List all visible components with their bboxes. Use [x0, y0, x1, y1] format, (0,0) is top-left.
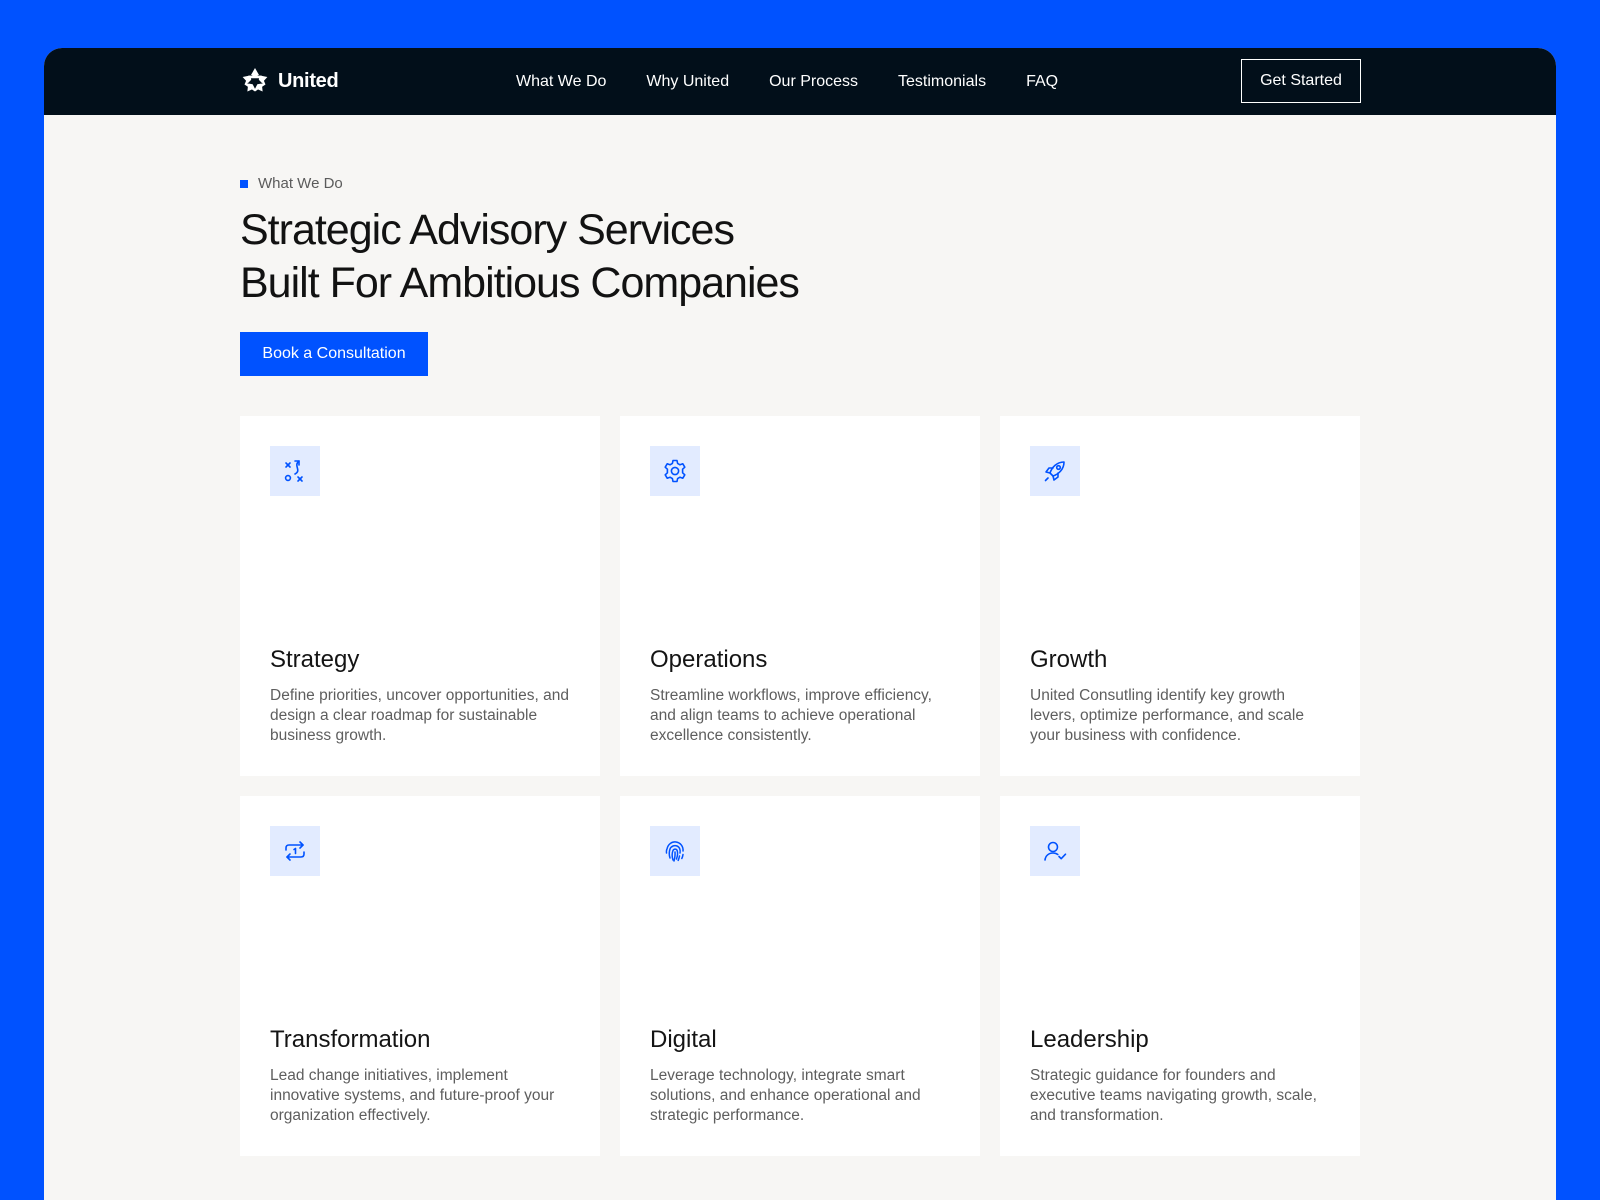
main-nav: What We Do Why United Our Process Testim… — [516, 48, 1058, 115]
strategy-play-icon — [270, 446, 320, 496]
service-description: Leverage technology, integrate smart sol… — [650, 1067, 921, 1124]
service-description: Lead change initiatives, implement innov… — [270, 1067, 555, 1124]
eyebrow-label: What We Do — [258, 175, 343, 192]
service-description: Streamline workflows, improve efficiency… — [650, 687, 932, 744]
navbar: United What We Do Why United Our Process… — [44, 48, 1556, 115]
fingerprint-icon — [650, 826, 700, 876]
service-card-leadership[interactable]: Leadership Strategic guidance for founde… — [1000, 796, 1360, 1156]
title-line-2: Built For Ambitious Companies — [240, 259, 800, 307]
united-logo-icon — [240, 66, 270, 96]
nav-what-we-do[interactable]: What We Do — [516, 73, 606, 91]
eyebrow-square-icon — [240, 179, 248, 188]
what-we-do-section: What We Do Strategic Advisory Services B… — [240, 115, 1360, 1156]
title-line-1: Strategic Advisory Services — [240, 206, 735, 254]
section-eyebrow: What We Do — [240, 175, 1360, 192]
service-title: Transformation — [270, 1026, 431, 1053]
service-title: Operations — [650, 646, 768, 673]
nav-testimonials[interactable]: Testimonials — [898, 73, 986, 91]
service-card-operations[interactable]: Operations Streamline workflows, improve… — [620, 416, 980, 776]
service-card-growth[interactable]: Growth United Consutling identify key gr… — [1000, 416, 1360, 776]
nav-why-united[interactable]: Why United — [646, 73, 729, 91]
service-card-strategy[interactable]: Strategy Define priorities, uncover oppo… — [240, 416, 600, 776]
service-description: United Consutling identify key growth le… — [1030, 687, 1304, 744]
user-check-icon — [1030, 826, 1080, 876]
gear-icon — [650, 446, 700, 496]
repeat-one-icon — [270, 826, 320, 876]
brand-name: United — [278, 69, 339, 92]
service-description: Define priorities, uncover opportunities… — [270, 687, 569, 744]
page-title: Strategic Advisory Services Built For Am… — [240, 204, 1360, 310]
service-card-transformation[interactable]: Transformation Lead change initiatives, … — [240, 796, 600, 1156]
page-frame: United What We Do Why United Our Process… — [44, 48, 1556, 1200]
get-started-button[interactable]: Get Started — [1241, 59, 1361, 103]
service-card-digital[interactable]: Digital Leverage technology, integrate s… — [620, 796, 980, 1156]
service-description: Strategic guidance for founders and exec… — [1030, 1067, 1317, 1124]
rocket-icon — [1030, 446, 1080, 496]
brand[interactable]: United — [240, 66, 339, 96]
service-title: Strategy — [270, 646, 360, 673]
service-title: Digital — [650, 1026, 717, 1053]
book-consultation-button[interactable]: Book a Consultation — [240, 332, 428, 376]
service-title: Growth — [1030, 646, 1108, 673]
nav-our-process[interactable]: Our Process — [769, 73, 858, 91]
services-grid: Strategy Define priorities, uncover oppo… — [240, 416, 1360, 1156]
service-title: Leadership — [1030, 1026, 1149, 1053]
nav-faq[interactable]: FAQ — [1026, 73, 1058, 91]
